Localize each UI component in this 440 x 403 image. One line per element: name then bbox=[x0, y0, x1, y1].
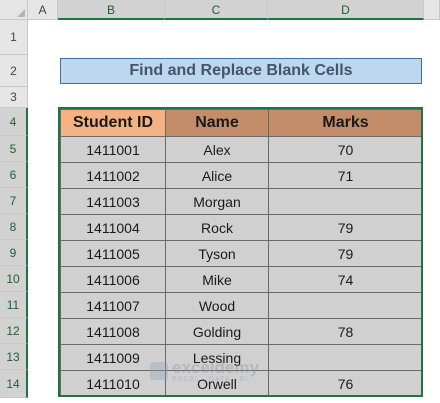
cell-marks[interactable]: 70 bbox=[268, 136, 423, 163]
cell-name[interactable]: Wood bbox=[165, 292, 269, 319]
row-header-12[interactable]: 12 bbox=[0, 318, 28, 344]
cell-student-id[interactable]: 1411002 bbox=[60, 162, 166, 189]
column-header-e[interactable] bbox=[424, 0, 440, 20]
cell-name[interactable]: Tyson bbox=[165, 240, 269, 267]
title-cell[interactable]: Find and Replace Blank Cells bbox=[60, 58, 422, 84]
header-name[interactable]: Name bbox=[165, 109, 269, 137]
select-all-corner[interactable] bbox=[0, 0, 28, 20]
row-header-7[interactable]: 7 bbox=[0, 188, 28, 214]
row-header-3[interactable]: 3 bbox=[0, 87, 28, 108]
cell-student-id[interactable]: 1411006 bbox=[60, 266, 166, 293]
table-header-row: Student ID Name Marks bbox=[60, 109, 423, 137]
column-header-d[interactable]: D bbox=[268, 0, 424, 20]
table-row: 1411004 Rock 79 bbox=[60, 214, 423, 241]
row-header-5[interactable]: 5 bbox=[0, 136, 28, 162]
cell-student-id[interactable]: 1411001 bbox=[60, 136, 166, 163]
cell-student-id[interactable]: 1411003 bbox=[60, 188, 166, 215]
table-row: 1411007 Wood bbox=[60, 292, 423, 319]
cell-student-id[interactable]: 1411008 bbox=[60, 318, 166, 345]
cell-marks[interactable]: 76 bbox=[268, 370, 423, 397]
table-row: 1411002 Alice 71 bbox=[60, 162, 423, 189]
cell-student-id[interactable]: 1411007 bbox=[60, 292, 166, 319]
table-row: 1411001 Alex 70 bbox=[60, 136, 423, 163]
column-header-b[interactable]: B bbox=[58, 0, 165, 20]
cell-name[interactable]: Morgan bbox=[165, 188, 269, 215]
cell-name[interactable]: Golding bbox=[165, 318, 269, 345]
cell-name[interactable]: Alice bbox=[165, 162, 269, 189]
row-header-8[interactable]: 8 bbox=[0, 214, 28, 240]
cell-name[interactable]: Rock bbox=[165, 214, 269, 241]
cell-marks[interactable] bbox=[268, 188, 423, 215]
cell-marks[interactable] bbox=[268, 292, 423, 319]
spreadsheet-grid: A B C D 1 2 3 4 5 6 7 8 9 10 11 12 13 14… bbox=[0, 0, 440, 403]
row-header-1[interactable]: 1 bbox=[0, 20, 28, 55]
cell-marks[interactable]: 74 bbox=[268, 266, 423, 293]
cell-student-id[interactable]: 1411004 bbox=[60, 214, 166, 241]
cell-student-id[interactable]: 1411005 bbox=[60, 240, 166, 267]
cell-student-id[interactable]: 1411010 bbox=[60, 370, 166, 397]
column-header-a[interactable]: A bbox=[28, 0, 58, 20]
cell-marks[interactable] bbox=[268, 344, 423, 371]
row-header-9[interactable]: 9 bbox=[0, 240, 28, 266]
student-marks-table: Student ID Name Marks 1411001 Alex 70 1411… bbox=[60, 109, 423, 397]
cell-marks[interactable]: 79 bbox=[268, 214, 423, 241]
header-student-id[interactable]: Student ID bbox=[60, 109, 166, 137]
row-header-11[interactable]: 11 bbox=[0, 292, 28, 318]
table-row: 1411005 Tyson 79 bbox=[60, 240, 423, 267]
cell-student-id[interactable]: 1411009 bbox=[60, 344, 166, 371]
cell-name[interactable]: Orwell bbox=[165, 370, 269, 397]
table-row: 1411009 Lessing bbox=[60, 344, 423, 371]
cell-name[interactable]: Alex bbox=[165, 136, 269, 163]
cell-marks[interactable]: 79 bbox=[268, 240, 423, 267]
select-all-triangle-icon bbox=[17, 9, 25, 17]
row-header-4[interactable]: 4 bbox=[0, 108, 28, 136]
row-header-10[interactable]: 10 bbox=[0, 266, 28, 292]
cell-name[interactable]: Mike bbox=[165, 266, 269, 293]
cell-marks[interactable]: 71 bbox=[268, 162, 423, 189]
column-header-c[interactable]: C bbox=[165, 0, 268, 20]
row-header-13[interactable]: 13 bbox=[0, 344, 28, 370]
table-row: 1411003 Morgan bbox=[60, 188, 423, 215]
cell-name[interactable]: Lessing bbox=[165, 344, 269, 371]
table-row: 1411010 Orwell 76 bbox=[60, 370, 423, 397]
row-header-14[interactable]: 14 bbox=[0, 370, 28, 398]
table-row: 1411006 Mike 74 bbox=[60, 266, 423, 293]
header-marks[interactable]: Marks bbox=[268, 109, 423, 137]
cell-marks[interactable]: 78 bbox=[268, 318, 423, 345]
row-header-2[interactable]: 2 bbox=[0, 55, 28, 87]
table-row: 1411008 Golding 78 bbox=[60, 318, 423, 345]
row-header-6[interactable]: 6 bbox=[0, 162, 28, 188]
